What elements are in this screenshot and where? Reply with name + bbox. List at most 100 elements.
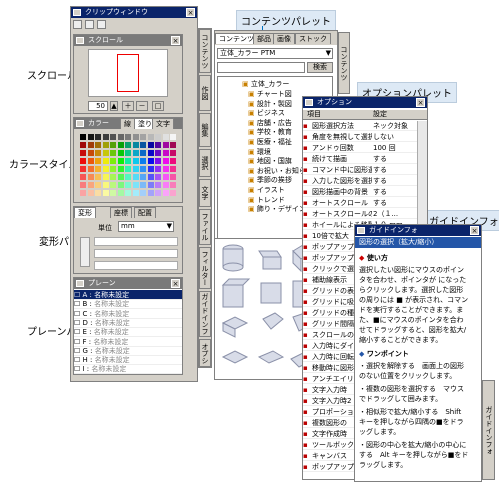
- tree-item[interactable]: ▣ イラスト: [248, 185, 285, 195]
- color-swatch[interactable]: [87, 142, 94, 148]
- color-swatch[interactable]: [110, 158, 116, 164]
- color-swatch[interactable]: [140, 142, 146, 148]
- zoom-input[interactable]: 50: [88, 101, 108, 111]
- color-swatch[interactable]: [95, 174, 101, 180]
- color-swatch[interactable]: [87, 182, 94, 188]
- tab-contents[interactable]: コンテンツ: [215, 33, 258, 44]
- tab-line[interactable]: 線: [120, 118, 135, 129]
- plane-checkbox[interactable]: ☐: [74, 365, 83, 373]
- plane-checkbox[interactable]: ☐: [74, 328, 83, 336]
- color-swatch[interactable]: [110, 174, 116, 180]
- box-thumbnail[interactable]: [258, 250, 282, 258]
- color-swatch[interactable]: [140, 134, 146, 140]
- color-swatch[interactable]: [162, 134, 169, 140]
- side-tab[interactable]: ガイドインフォ: [199, 291, 211, 337]
- option-row[interactable]: ▪ アンドゥ回数 100 回: [303, 143, 417, 153]
- color-swatch[interactable]: [162, 150, 169, 156]
- color-swatch[interactable]: [140, 166, 146, 172]
- flat-thumbnail[interactable]: [257, 350, 285, 364]
- color-swatch[interactable]: [80, 142, 86, 148]
- color-swatch[interactable]: [95, 142, 101, 148]
- option-header-item[interactable]: 項目: [307, 110, 321, 119]
- color-swatch[interactable]: [87, 174, 94, 180]
- tab-parts[interactable]: 部品: [253, 33, 275, 44]
- color-swatch[interactable]: [140, 150, 146, 156]
- color-swatch[interactable]: [102, 150, 109, 156]
- plane-checkbox[interactable]: ☐: [74, 356, 83, 364]
- color-swatch[interactable]: [132, 142, 139, 148]
- plane-palette-titlebar[interactable]: プレーン ×: [74, 278, 182, 289]
- close-icon[interactable]: ×: [416, 98, 425, 107]
- color-swatch[interactable]: [162, 166, 169, 172]
- x-field[interactable]: [94, 237, 178, 246]
- color-swatch[interactable]: [155, 190, 161, 196]
- color-swatch[interactable]: [155, 158, 161, 164]
- close-icon[interactable]: ×: [171, 36, 180, 45]
- side-tab[interactable]: オプション: [199, 339, 211, 367]
- color-swatch[interactable]: [125, 190, 131, 196]
- close-icon[interactable]: ×: [186, 8, 195, 17]
- plane-checkbox[interactable]: ☐: [74, 338, 83, 346]
- tree-item[interactable]: ▣ 学校・教育: [248, 127, 292, 137]
- color-swatch[interactable]: [102, 158, 109, 164]
- color-swatch[interactable]: [80, 158, 86, 164]
- option-row[interactable]: ▪ コマンド中に図形選択する: [303, 165, 417, 175]
- zoom-in-button[interactable]: ＋: [122, 101, 134, 111]
- color-swatch[interactable]: [87, 190, 94, 196]
- tree-item[interactable]: ▣ ビジネス: [248, 108, 285, 118]
- color-swatch[interactable]: [102, 182, 109, 188]
- cube-thumbnail[interactable]: [260, 282, 282, 304]
- tree-item[interactable]: ▣ トレンド: [248, 195, 285, 205]
- tool-icon[interactable]: [85, 20, 94, 29]
- color-swatch[interactable]: [132, 166, 139, 172]
- color-swatch[interactable]: [162, 182, 169, 188]
- color-swatch[interactable]: [95, 190, 101, 196]
- color-swatch[interactable]: [132, 158, 139, 164]
- search-input[interactable]: [217, 62, 305, 73]
- search-button[interactable]: 検索: [307, 62, 333, 73]
- width-field[interactable]: [94, 261, 178, 270]
- color-swatch[interactable]: [140, 190, 146, 196]
- color-swatch[interactable]: [147, 142, 154, 148]
- color-swatch[interactable]: [147, 166, 154, 172]
- option-titlebar[interactable]: オプション ×: [303, 97, 427, 108]
- guide-titlebar[interactable]: ガイドインフォ ×: [355, 225, 481, 236]
- color-swatch[interactable]: [132, 134, 139, 140]
- color-swatch[interactable]: [147, 134, 154, 140]
- color-swatch[interactable]: [170, 190, 176, 196]
- color-swatch[interactable]: [170, 134, 176, 140]
- color-swatch[interactable]: [147, 190, 154, 196]
- color-swatch[interactable]: [147, 150, 154, 156]
- color-swatch[interactable]: [132, 182, 139, 188]
- color-swatch[interactable]: [170, 150, 176, 156]
- color-swatch[interactable]: [95, 158, 101, 164]
- color-swatch[interactable]: [102, 166, 109, 172]
- color-swatch[interactable]: [125, 174, 131, 180]
- color-swatch[interactable]: [170, 158, 176, 164]
- color-swatch[interactable]: [162, 142, 169, 148]
- color-swatch[interactable]: [140, 158, 146, 164]
- tree-item[interactable]: ▣ 環境: [248, 147, 271, 157]
- side-tab[interactable]: フィルター: [199, 247, 211, 289]
- option-row[interactable]: ▪ 図形描画中の背景 する: [303, 187, 417, 197]
- color-swatch[interactable]: [147, 158, 154, 164]
- color-swatch[interactable]: [170, 142, 176, 148]
- color-swatch[interactable]: [140, 182, 146, 188]
- tab-arrange[interactable]: 配置: [134, 207, 156, 218]
- tree-item[interactable]: ▣ 医療・福祉: [248, 137, 292, 147]
- side-tab-contents-palette[interactable]: コンテンツ: [338, 32, 350, 94]
- color-swatch[interactable]: [155, 134, 161, 140]
- color-swatch[interactable]: [80, 150, 86, 156]
- tree-item[interactable]: ▣ チャート図: [248, 89, 292, 99]
- color-swatch[interactable]: [110, 182, 116, 188]
- color-swatch[interactable]: [95, 134, 101, 140]
- option-row[interactable]: ▪ 図形選択方法 ネック対象: [303, 121, 417, 131]
- color-swatch[interactable]: [140, 174, 146, 180]
- color-swatch[interactable]: [95, 182, 101, 188]
- unit-select[interactable]: mm ▼: [118, 221, 174, 232]
- contents-dropdown[interactable]: 立体_カラー PTM ▼: [217, 48, 333, 59]
- color-swatch[interactable]: [95, 166, 101, 172]
- color-swatch[interactable]: [117, 150, 124, 156]
- color-swatch[interactable]: [125, 166, 131, 172]
- color-swatch[interactable]: [132, 150, 139, 156]
